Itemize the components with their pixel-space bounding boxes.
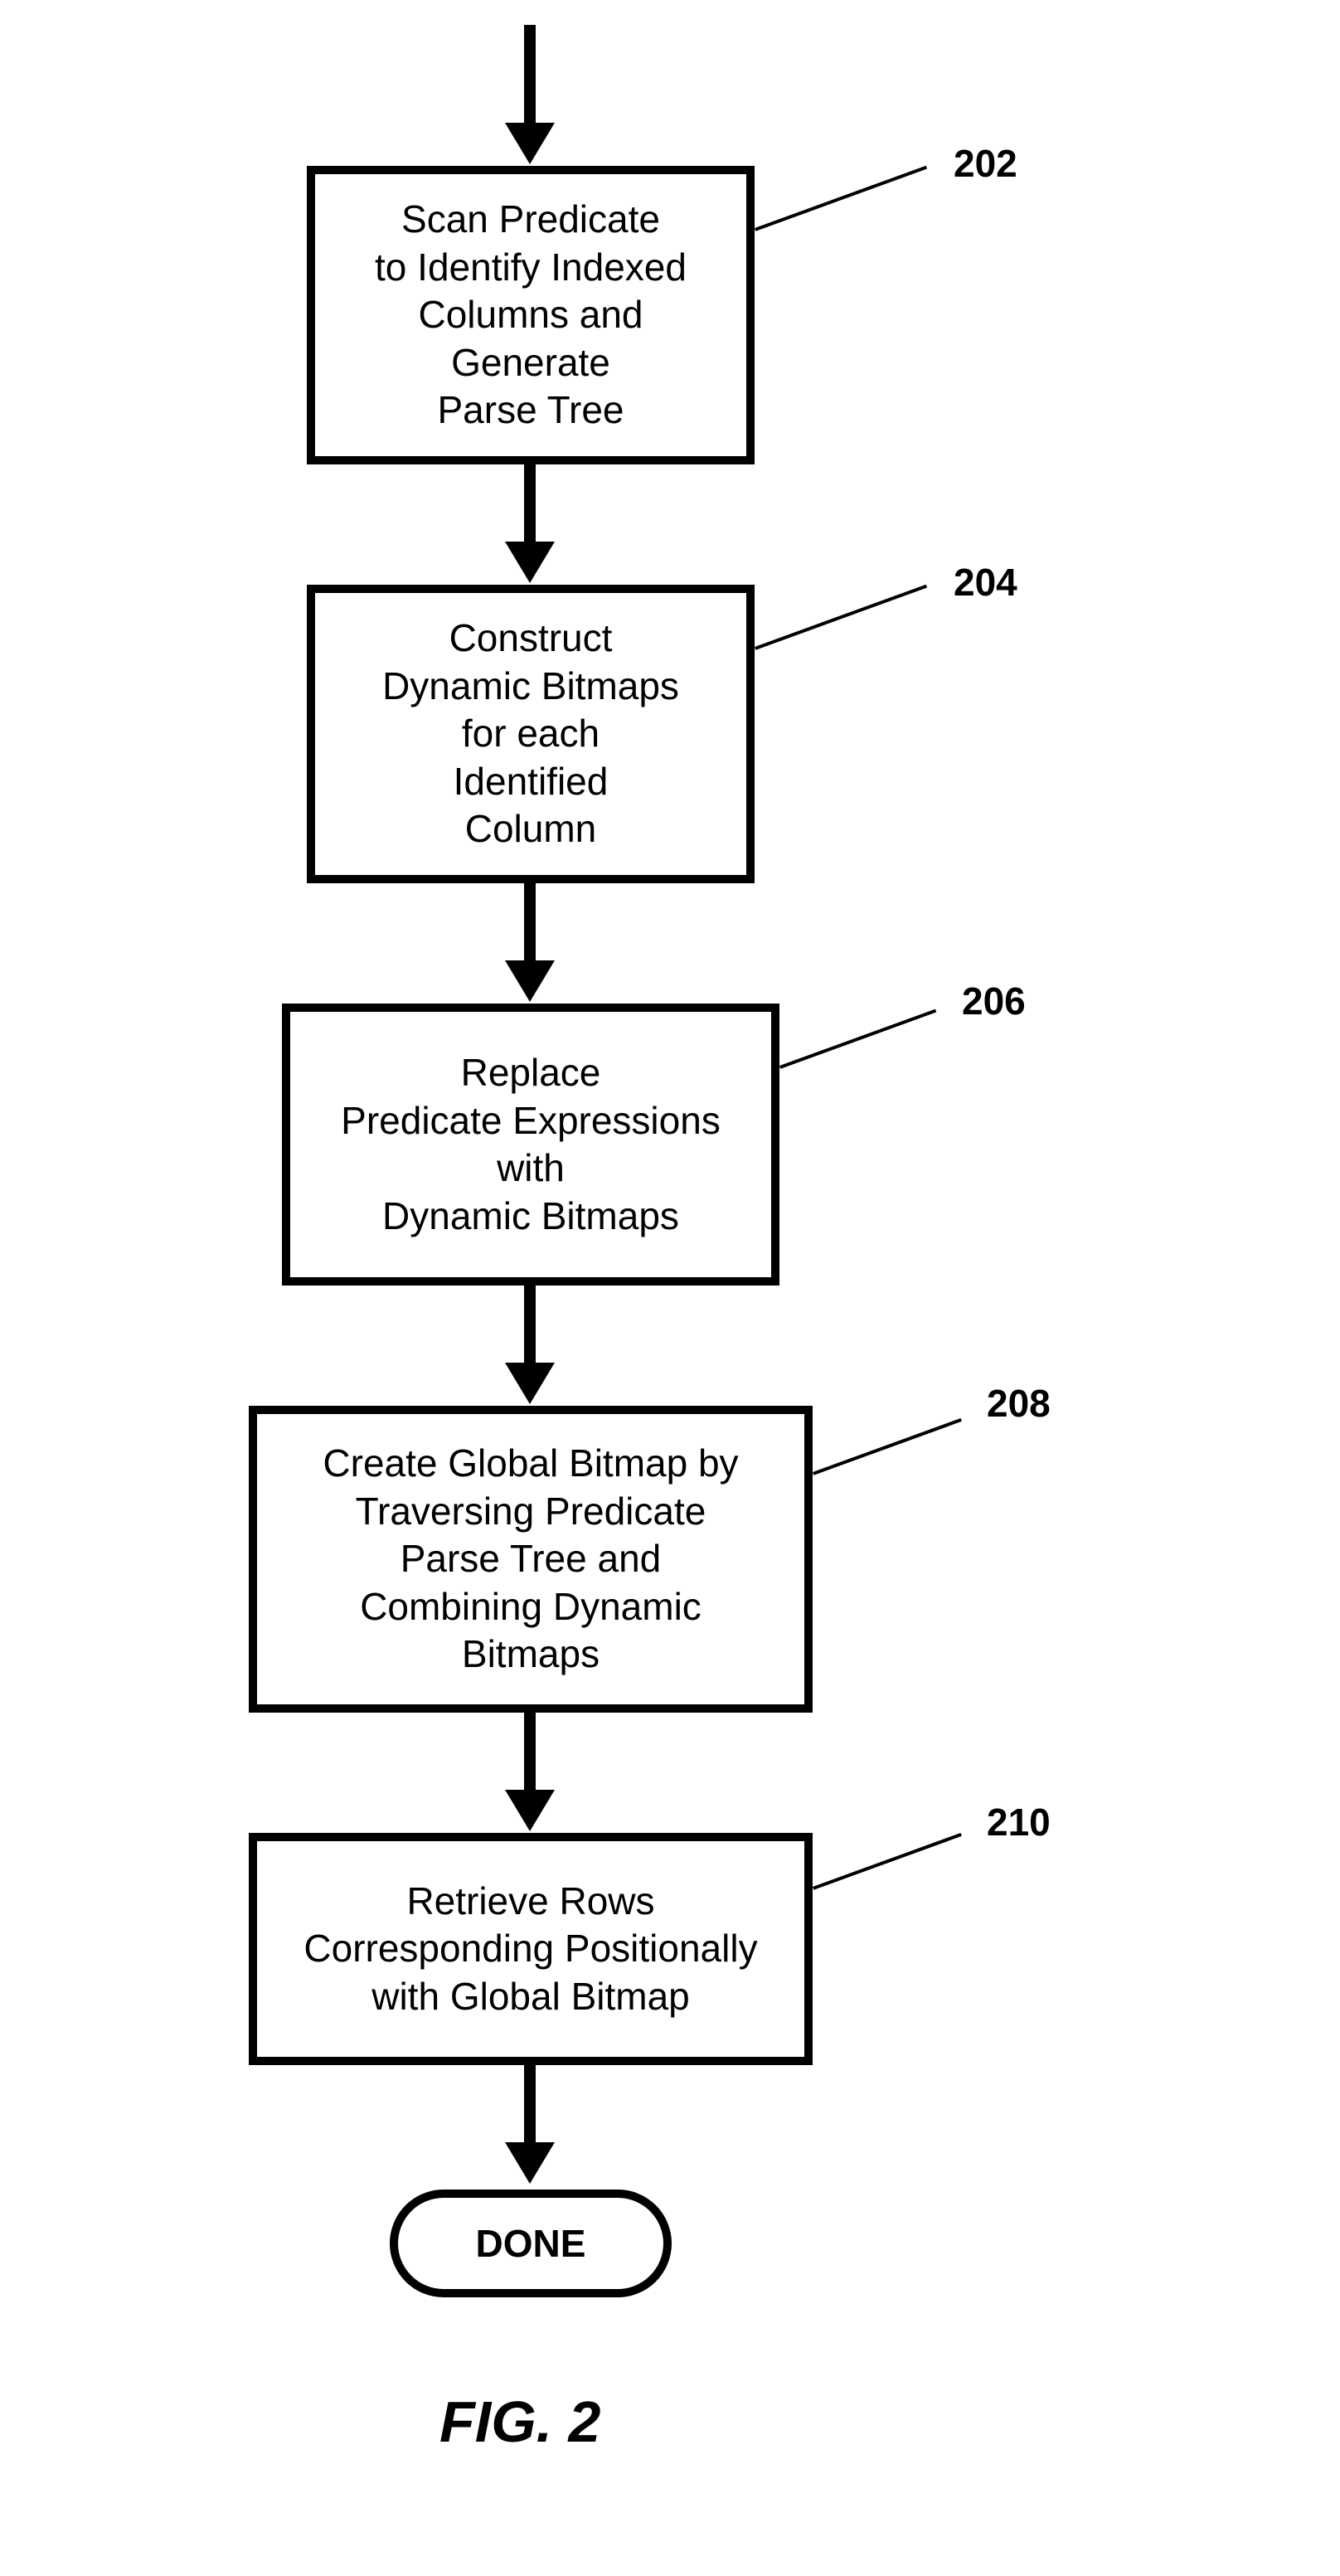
leader-line [813,1833,962,1890]
arrow-shaft [524,2065,536,2144]
step-box-210: Retrieve RowsCorresponding Positionallyw… [249,1833,813,2065]
step-box-206: ReplacePredicate ExpressionswithDynamic … [282,1004,779,1286]
leader-line [813,1418,962,1475]
step-label: 210 [987,1800,1051,1845]
step-text: ReplacePredicate ExpressionswithDynamic … [341,1049,721,1240]
step-text: Scan Predicateto Identify IndexedColumns… [375,196,687,435]
step-box-202: Scan Predicateto Identify IndexedColumns… [307,166,755,464]
step-box-208: Create Global Bitmap byTraversing Predic… [249,1406,813,1713]
arrow-shaft [524,464,536,543]
leader-line [755,585,927,650]
terminal-done: DONE [390,2190,672,2297]
step-label: 202 [954,141,1017,186]
arrow-shaft [524,1713,536,1791]
flowchart-figure: Scan Predicateto Identify IndexedColumns… [0,0,1340,2576]
leader-line [779,1009,936,1069]
step-label: 208 [987,1381,1051,1426]
arrow-down-icon [505,1790,555,1831]
step-text: Create Global Bitmap byTraversing Predic… [323,1440,738,1679]
arrow-shaft [524,883,536,962]
step-text: Retrieve RowsCorresponding Positionallyw… [303,1878,757,2021]
arrow-down-icon [505,542,555,583]
step-box-204: ConstructDynamic Bitmapsfor eachIdentifi… [307,585,755,883]
arrow-down-icon [505,123,555,164]
step-label: 204 [954,560,1017,605]
terminal-label: DONE [476,2221,586,2266]
arrow-down-icon [505,1363,555,1404]
arrow-shaft [524,1286,536,1364]
arrow-down-icon [505,960,555,1002]
figure-caption: FIG. 2 [439,2389,600,2455]
step-label: 206 [962,979,1026,1023]
step-text: ConstructDynamic Bitmapsfor eachIdentifi… [382,615,679,853]
arrow-shaft [524,25,536,124]
arrow-down-icon [505,2142,555,2184]
leader-line [755,166,927,231]
